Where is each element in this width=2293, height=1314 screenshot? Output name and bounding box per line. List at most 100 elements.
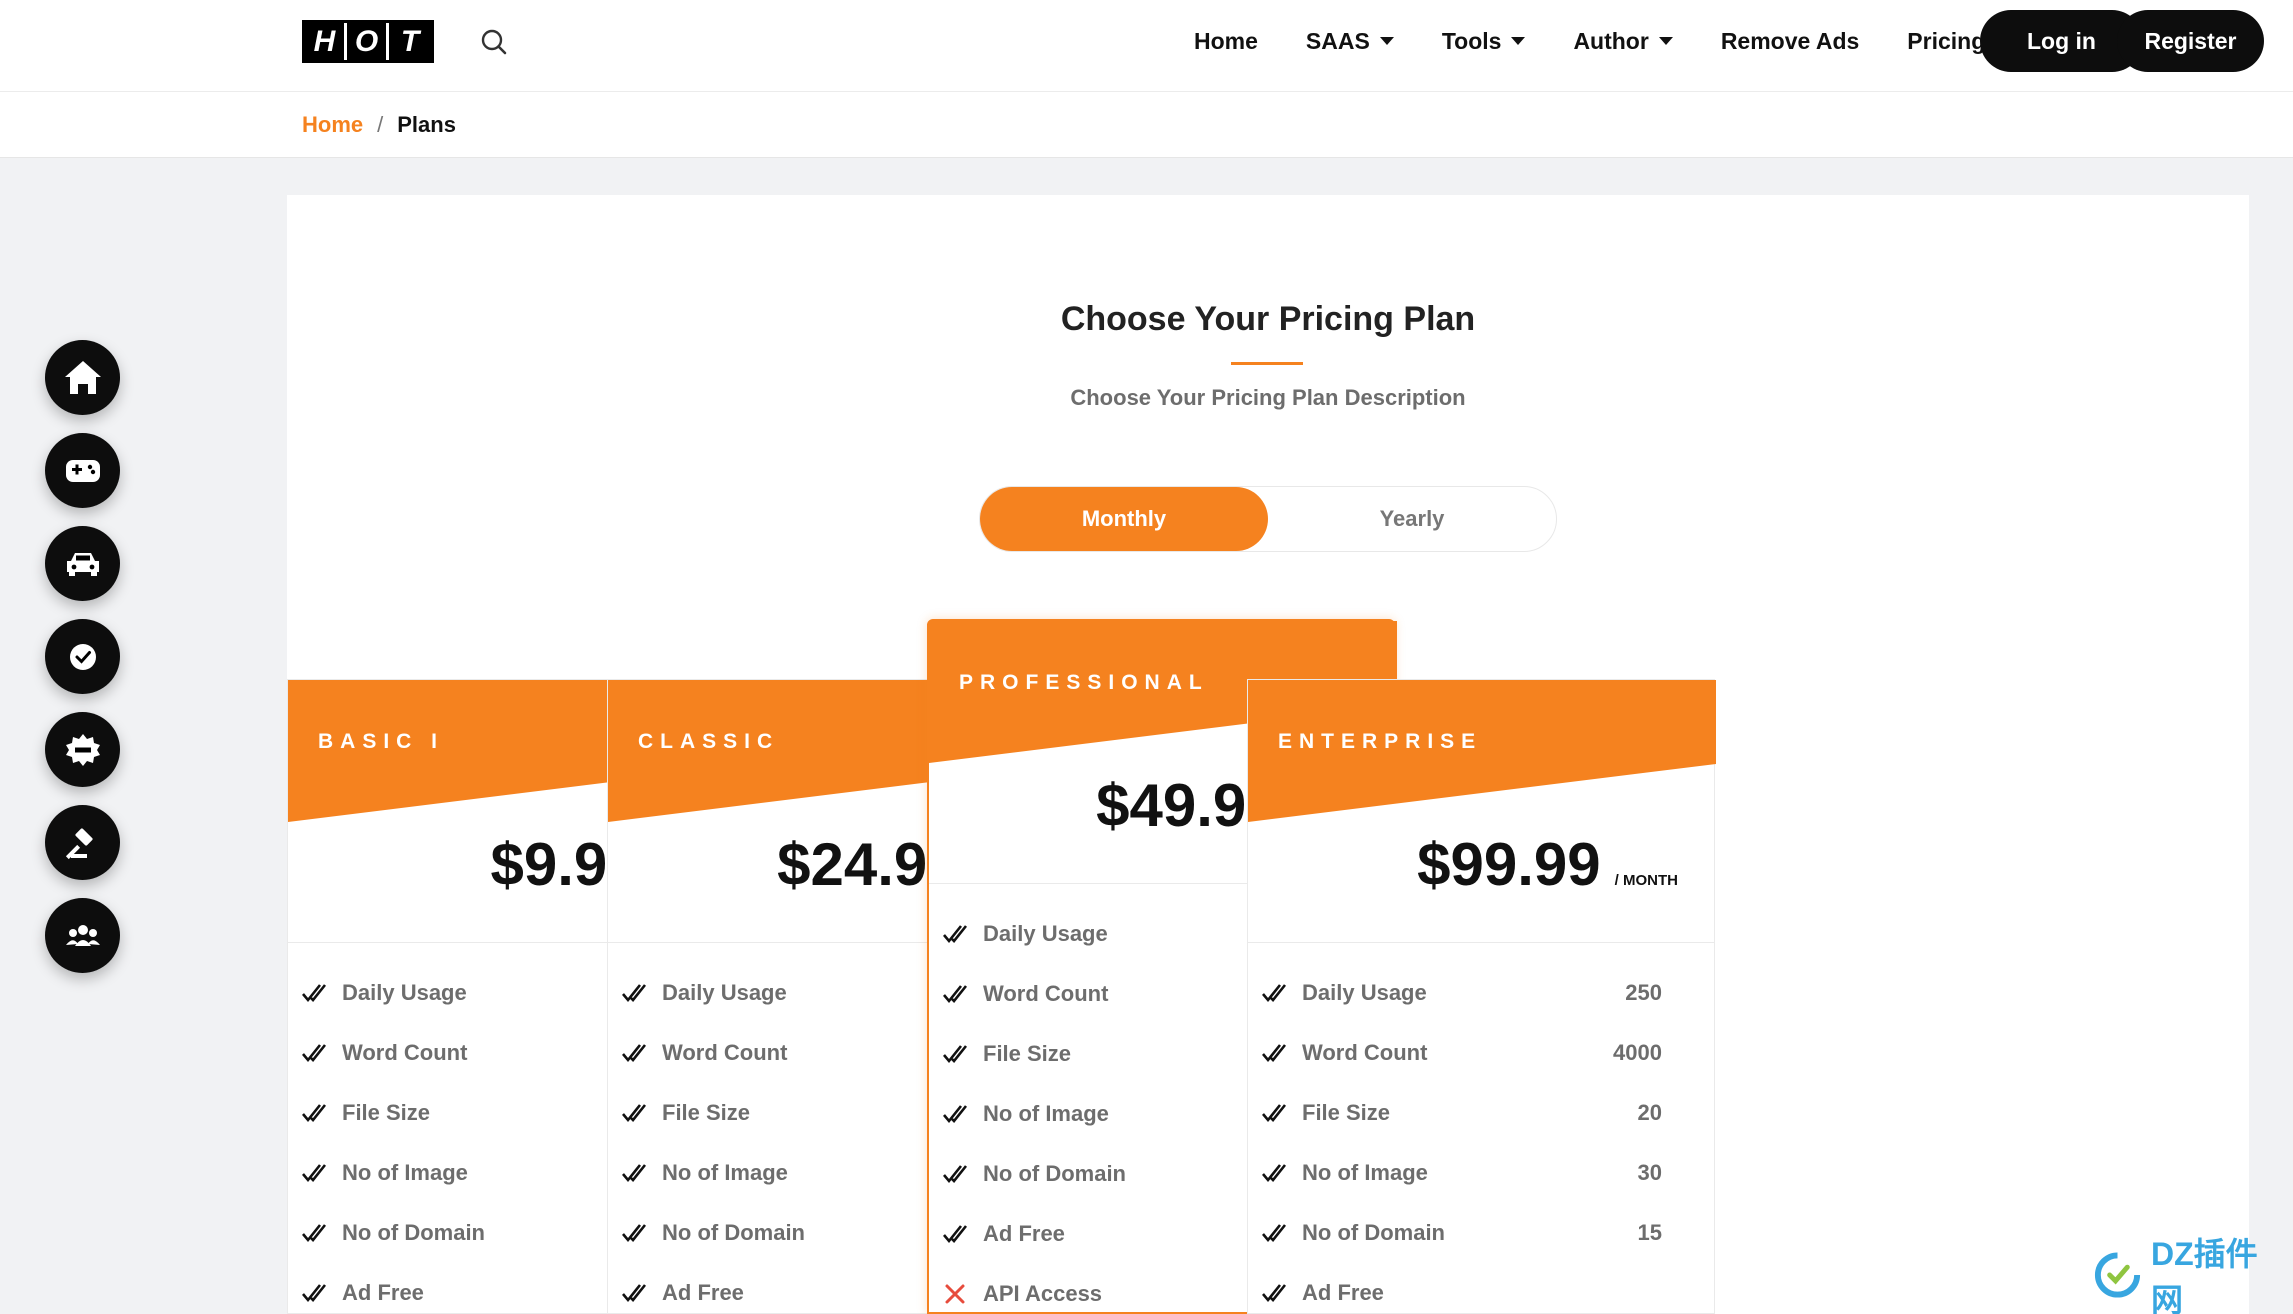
- nav-saas-label: SAAS: [1305, 27, 1370, 54]
- new-badge-icon: [65, 733, 100, 766]
- plan-price: $99.99 / MONTH: [1417, 830, 1678, 899]
- yearly-toggle-button[interactable]: Yearly: [1268, 487, 1556, 551]
- plan-feature-value: 20: [1637, 1100, 1662, 1125]
- page-title: Choose Your Pricing Plan: [1060, 300, 1476, 338]
- logo-letter: H: [305, 23, 347, 60]
- breadcrumb-bar: Home / Plans: [0, 92, 2293, 158]
- top-navbar: H O T Home SAAS Tools Author Remove Ads …: [0, 0, 2293, 92]
- floating-sidebar: [45, 340, 120, 991]
- double-check-icon: [1262, 1224, 1287, 1243]
- register-button[interactable]: Register: [2117, 10, 2264, 72]
- nav-author[interactable]: Author: [1573, 27, 1673, 55]
- nav-pricing-label: Pricing: [1907, 27, 1986, 54]
- billing-toggle: Monthly Yearly: [979, 486, 1557, 552]
- page-subtitle: Choose Your Pricing Plan Description: [1070, 385, 1466, 410]
- plan-feature-label: No of Image: [1302, 1160, 1428, 1185]
- chevron-down-icon: [1658, 37, 1673, 45]
- plan-feature-value: 4000: [1613, 1040, 1662, 1065]
- plan-feature-label: Word Count: [983, 981, 1109, 1006]
- sidebar-new-button[interactable]: [45, 712, 120, 787]
- double-check-icon: [1262, 1164, 1287, 1183]
- plan-feature-value: 15: [1637, 1220, 1662, 1245]
- double-check-icon: [943, 925, 968, 944]
- logo-letter: O: [347, 23, 389, 60]
- sidebar-auction-button[interactable]: [45, 805, 120, 880]
- nav-home-label: Home: [1194, 27, 1258, 54]
- nav-author-label: Author: [1573, 27, 1649, 54]
- double-check-icon: [1262, 1044, 1287, 1063]
- nav-home[interactable]: Home: [1194, 28, 1258, 55]
- plan-feature-label: File Size: [1302, 1100, 1391, 1125]
- nav-pricing[interactable]: Pricing: [1907, 28, 1985, 55]
- plan-name: ENTERPRISE: [1278, 730, 1483, 753]
- double-check-icon: [302, 1044, 327, 1063]
- plan-feature-row: No of Domain 15: [1248, 1203, 1714, 1263]
- watermark-logo: DZ插件网: [2092, 1236, 2287, 1314]
- double-check-icon: [302, 984, 327, 1003]
- breadcrumb-current: Plans: [397, 112, 456, 137]
- watermark-text: DZ插件网: [2151, 1236, 2258, 1314]
- search-icon[interactable]: [478, 26, 510, 58]
- title-underline: [1231, 362, 1303, 365]
- pricing-card-header: ENTERPRISE $99.99 / MONTH: [1248, 680, 1716, 943]
- double-check-icon: [302, 1104, 327, 1123]
- double-check-icon: [943, 1045, 968, 1064]
- plan-price-value: $99.99: [1417, 831, 1601, 898]
- double-check-icon: [302, 1164, 327, 1183]
- double-check-icon: [302, 1224, 327, 1243]
- nav-remove-ads[interactable]: Remove Ads: [1721, 28, 1859, 55]
- home-icon: [64, 360, 101, 394]
- double-check-icon: [943, 985, 968, 1004]
- double-check-icon: [622, 1224, 647, 1243]
- breadcrumb-separator: /: [377, 112, 384, 137]
- verified-badge-icon: [69, 643, 96, 670]
- plan-feature-label: Daily Usage: [1302, 980, 1427, 1005]
- plan-feature-label: Word Count: [1302, 1040, 1428, 1065]
- nav-saas[interactable]: SAAS: [1306, 28, 1394, 55]
- chevron-down-icon: [1511, 37, 1526, 45]
- gavel-icon: [65, 827, 93, 859]
- plan-feature-value: 250: [1625, 980, 1662, 1005]
- plan-feature-label: Ad Free: [1302, 1280, 1384, 1305]
- plan-name: PROFESSIONAL: [959, 671, 1209, 694]
- plan-feature-label: No of Domain: [1302, 1220, 1445, 1245]
- logo-letter: T: [389, 23, 431, 60]
- chevron-down-icon: [1379, 37, 1394, 45]
- double-check-icon: [622, 1164, 647, 1183]
- plan-feature-list: Daily Usage 250 Word Count 4000 File Size 20 N…: [1248, 943, 1714, 1314]
- double-check-icon: [622, 984, 647, 1003]
- double-check-icon: [302, 1284, 327, 1303]
- double-check-icon: [622, 1044, 647, 1063]
- pricing-section: Choose Your Pricing Plan Choose Your Pri…: [287, 195, 2249, 1314]
- nav-remove-ads-label: Remove Ads: [1720, 27, 1860, 54]
- double-check-icon: [943, 1105, 968, 1124]
- double-check-icon: [1262, 984, 1287, 1003]
- sidebar-home-button[interactable]: [45, 340, 120, 415]
- watermark-swirl-icon: [2094, 1252, 2141, 1298]
- plan-feature-row: Word Count 4000: [1248, 1023, 1714, 1083]
- group-icon: [65, 924, 100, 946]
- pricing-card-3: ENTERPRISE $99.99 / MONTH Daily Usage 250 Wor…: [1247, 679, 1716, 1314]
- double-check-icon: [943, 1225, 968, 1244]
- double-check-icon: [622, 1284, 647, 1303]
- plan-feature-row: Daily Usage 250: [1248, 963, 1714, 1023]
- sidebar-community-button[interactable]: [45, 898, 120, 973]
- plan-feature-row: No of Image 30: [1248, 1143, 1714, 1203]
- breadcrumb-home-link[interactable]: Home: [302, 112, 363, 138]
- monthly-toggle-button[interactable]: Monthly: [980, 487, 1268, 551]
- site-logo[interactable]: H O T: [302, 20, 434, 63]
- car-icon: [66, 552, 99, 576]
- double-check-icon: [1262, 1104, 1287, 1123]
- double-check-icon: [1262, 1284, 1287, 1303]
- sidebar-verified-button[interactable]: [45, 619, 120, 694]
- breadcrumb: Home / Plans: [302, 112, 456, 138]
- plan-name: BASIC I: [318, 730, 445, 753]
- nav-tools[interactable]: Tools: [1442, 28, 1526, 55]
- plan-feature-row: File Size 20: [1248, 1083, 1714, 1143]
- pricing-card-band: [1248, 680, 1716, 822]
- plan-name: CLASSIC: [638, 730, 780, 753]
- double-check-icon: [943, 1165, 968, 1184]
- sidebar-games-button[interactable]: [45, 433, 120, 508]
- nav-tools-label: Tools: [1441, 27, 1502, 54]
- sidebar-cars-button[interactable]: [45, 526, 120, 601]
